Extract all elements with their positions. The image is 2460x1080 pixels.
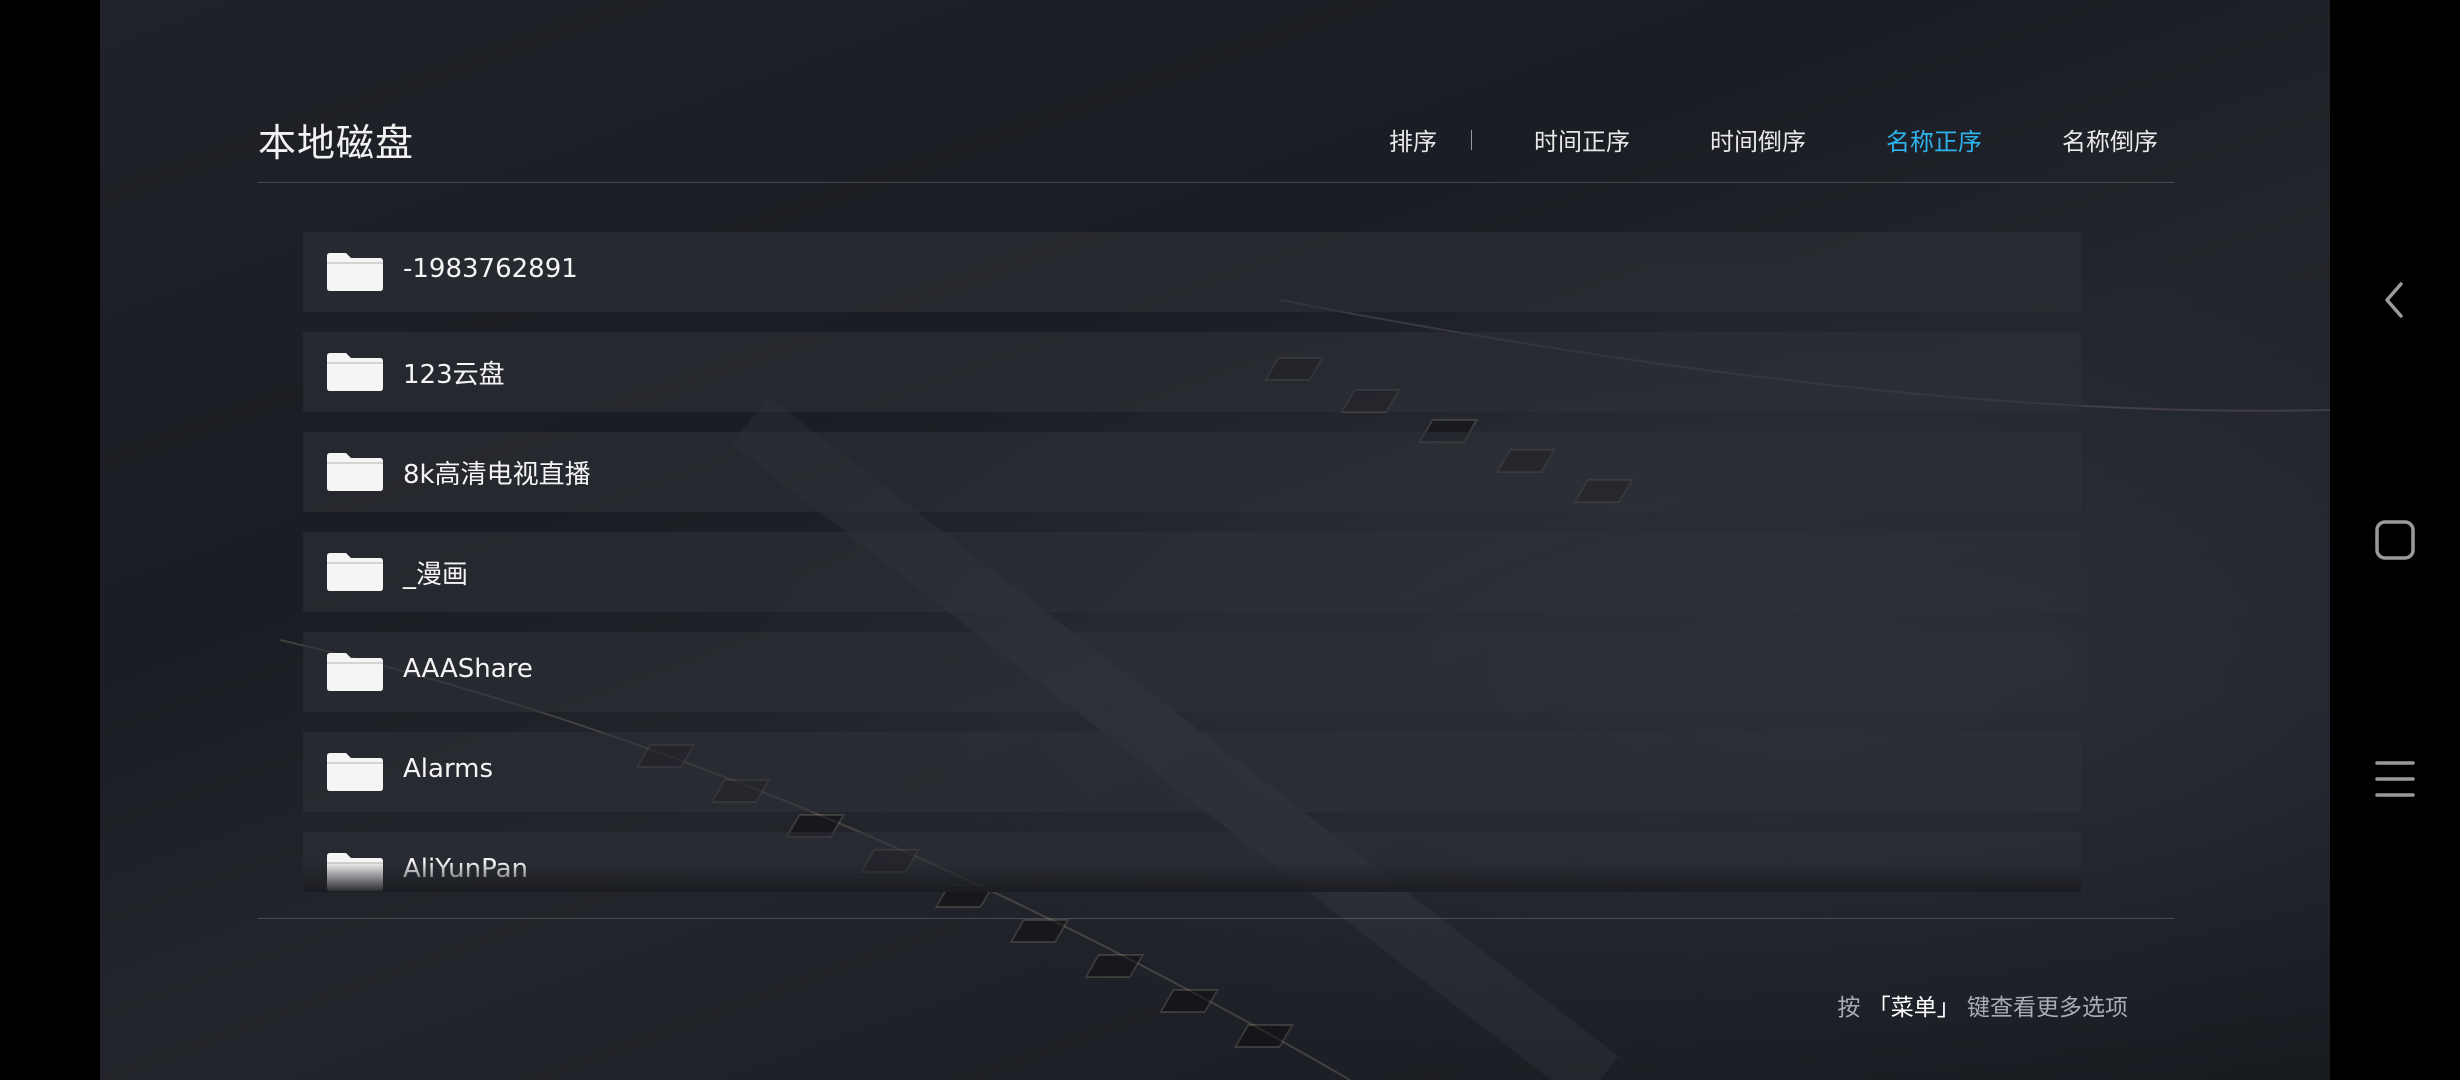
home-icon[interactable] [2369, 514, 2421, 566]
list-item[interactable]: -1983762891 [303, 232, 2081, 312]
list-item[interactable]: _漫画 [303, 532, 2081, 612]
list-item[interactable]: 8k高清电视直播 [303, 432, 2081, 512]
file-name: Alarms [403, 754, 494, 784]
page-title: 本地磁盘 [258, 121, 415, 165]
menu-icon[interactable] [2369, 753, 2421, 805]
footer-divider [258, 918, 2174, 919]
menu-hint: 按 「菜单」 键查看更多选项 [1837, 988, 2128, 1022]
folder-icon [327, 553, 383, 591]
folder-icon [327, 353, 383, 391]
header: 本地磁盘 排序 时间正序 时间倒序 名称正序 名称倒序 [258, 108, 2174, 182]
hint-key: 「菜单」 [1867, 995, 1960, 1021]
sort-option-time-desc[interactable]: 时间倒序 [1710, 122, 1806, 157]
back-icon[interactable] [2369, 274, 2421, 326]
list-item[interactable]: 123云盘 [303, 332, 2081, 412]
list-item[interactable]: AAAShare [303, 632, 2081, 712]
sort-option-name-asc[interactable]: 名称正序 [1886, 122, 1982, 157]
file-name: 123云盘 [403, 360, 505, 390]
file-name: -1983762891 [403, 254, 578, 284]
folder-icon [327, 253, 383, 291]
file-browser: 本地磁盘 排序 时间正序 时间倒序 名称正序 名称倒序 -1983762891 … [100, 0, 2330, 1080]
sort-option-name-desc[interactable]: 名称倒序 [2062, 122, 2158, 157]
hint-prefix: 按 [1837, 995, 1861, 1021]
list-fade [303, 862, 2081, 892]
sort-bar: 排序 时间正序 时间倒序 名称正序 名称倒序 [1389, 122, 2158, 157]
list-item[interactable]: Alarms [303, 732, 2081, 812]
sort-option-time-asc[interactable]: 时间正序 [1534, 122, 1630, 157]
file-list: -1983762891 123云盘 8k高清电视直播 _漫画 AAAShare … [303, 232, 2081, 892]
file-name: _漫画 [403, 560, 469, 590]
screen: 本地磁盘 排序 时间正序 时间倒序 名称正序 名称倒序 -1983762891 … [0, 0, 2460, 1080]
sort-divider [1471, 129, 1472, 150]
system-nav-bar [2330, 0, 2460, 1080]
file-name: 8k高清电视直播 [403, 460, 591, 490]
folder-icon [327, 453, 383, 491]
folder-icon [327, 653, 383, 691]
file-name: AAAShare [403, 654, 533, 684]
header-divider [258, 182, 2174, 183]
hint-suffix: 键查看更多选项 [1967, 995, 2128, 1021]
sort-label: 排序 [1389, 128, 1437, 156]
folder-icon [327, 753, 383, 791]
